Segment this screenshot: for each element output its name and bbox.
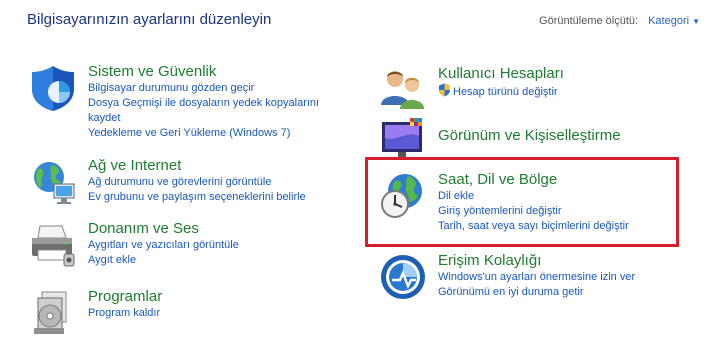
link-file-history[interactable]: Dosya Geçmişi ile dosyaların yedek kopya… bbox=[88, 96, 319, 111]
category-title-programs[interactable]: Programlar bbox=[88, 288, 162, 306]
category-title-clock-language-region[interactable]: Saat, Dil ve Bölge bbox=[438, 171, 629, 189]
link-change-account-type[interactable]: Hesap türünü değiştir bbox=[438, 83, 564, 100]
category-title-network[interactable]: Ağ ve Internet bbox=[88, 157, 306, 175]
link-add-language[interactable]: Dil ekle bbox=[438, 189, 629, 204]
chevron-down-icon[interactable]: ▼ bbox=[692, 17, 700, 26]
category-title-hardware[interactable]: Donanım ve Ses bbox=[88, 220, 239, 238]
printer-hardware-icon bbox=[32, 225, 75, 267]
link-uninstall-program[interactable]: Program kaldır bbox=[88, 306, 162, 321]
link-backup-restore[interactable]: Yedekleme ve Geri Yükleme (Windows 7) bbox=[88, 126, 319, 141]
ease-of-access-icon bbox=[381, 255, 425, 299]
category-ease-of-access: Erişim Kolaylığı Windows'un ayarları öne… bbox=[378, 252, 635, 302]
category-title-appearance[interactable]: Görünüm ve Kişiselleştirme bbox=[438, 127, 621, 145]
link-file-history-cont[interactable]: kaydet bbox=[88, 111, 319, 126]
link-optimize-display[interactable]: Görünümü en iyi duruma getir bbox=[438, 285, 635, 300]
link-network-status[interactable]: Ağ durumunu ve görevlerini görüntüle bbox=[88, 175, 306, 190]
category-user-accounts: Kullanıcı Hesapları Hesap türünü değişti… bbox=[378, 65, 564, 115]
users-icon bbox=[381, 71, 424, 109]
view-by-dropdown[interactable]: Kategori bbox=[648, 15, 689, 27]
view-by: Görüntüleme ölçütü: Kategori ▼ bbox=[539, 15, 700, 27]
uac-shield-icon bbox=[439, 83, 450, 97]
link-let-windows-suggest[interactable]: Windows'un ayarları önermesine izin ver bbox=[438, 270, 635, 285]
link-change-account-type-label: Hesap türünü değiştir bbox=[453, 86, 558, 98]
link-review-status[interactable]: Bilgisayar durumunu gözden geçir bbox=[88, 81, 319, 96]
clock-globe-icon bbox=[381, 174, 422, 218]
category-system-security: Sistem ve Güvenlik Bilgisayar durumunu g… bbox=[28, 63, 319, 141]
category-hardware: Donanım ve Ses Aygıtları ve yazıcıları g… bbox=[28, 220, 239, 270]
category-clock-language-region: Saat, Dil ve Bölge Dil ekle Giriş yöntem… bbox=[378, 171, 629, 234]
category-network: Ağ ve Internet Ağ durumunu ve görevlerin… bbox=[28, 157, 306, 207]
category-programs: Programlar Program kaldır bbox=[28, 288, 162, 338]
link-homegroup[interactable]: Ev grubunu ve paylaşım seçeneklerini bel… bbox=[88, 190, 306, 205]
category-title-system-security[interactable]: Sistem ve Güvenlik bbox=[88, 63, 319, 81]
page-title: Bilgisayarınızın ayarlarını düzenleyin bbox=[27, 11, 272, 28]
link-change-input-methods[interactable]: Giriş yöntemlerini değiştir bbox=[438, 204, 629, 219]
programs-disc-icon bbox=[34, 291, 67, 334]
network-globe-icon bbox=[34, 162, 75, 204]
link-change-date-time-formats[interactable]: Tarih, saat veya sayı biçimlerini değişt… bbox=[438, 219, 629, 234]
link-devices-printers[interactable]: Aygıtları ve yazıcıları görüntüle bbox=[88, 238, 239, 253]
category-title-user-accounts[interactable]: Kullanıcı Hesapları bbox=[438, 65, 564, 83]
system-security-icon bbox=[32, 66, 74, 111]
category-title-ease-of-access[interactable]: Erişim Kolaylığı bbox=[438, 252, 635, 270]
link-add-device[interactable]: Aygıt ekle bbox=[88, 253, 239, 268]
view-by-label: Görüntüleme ölçütü: bbox=[539, 15, 639, 27]
